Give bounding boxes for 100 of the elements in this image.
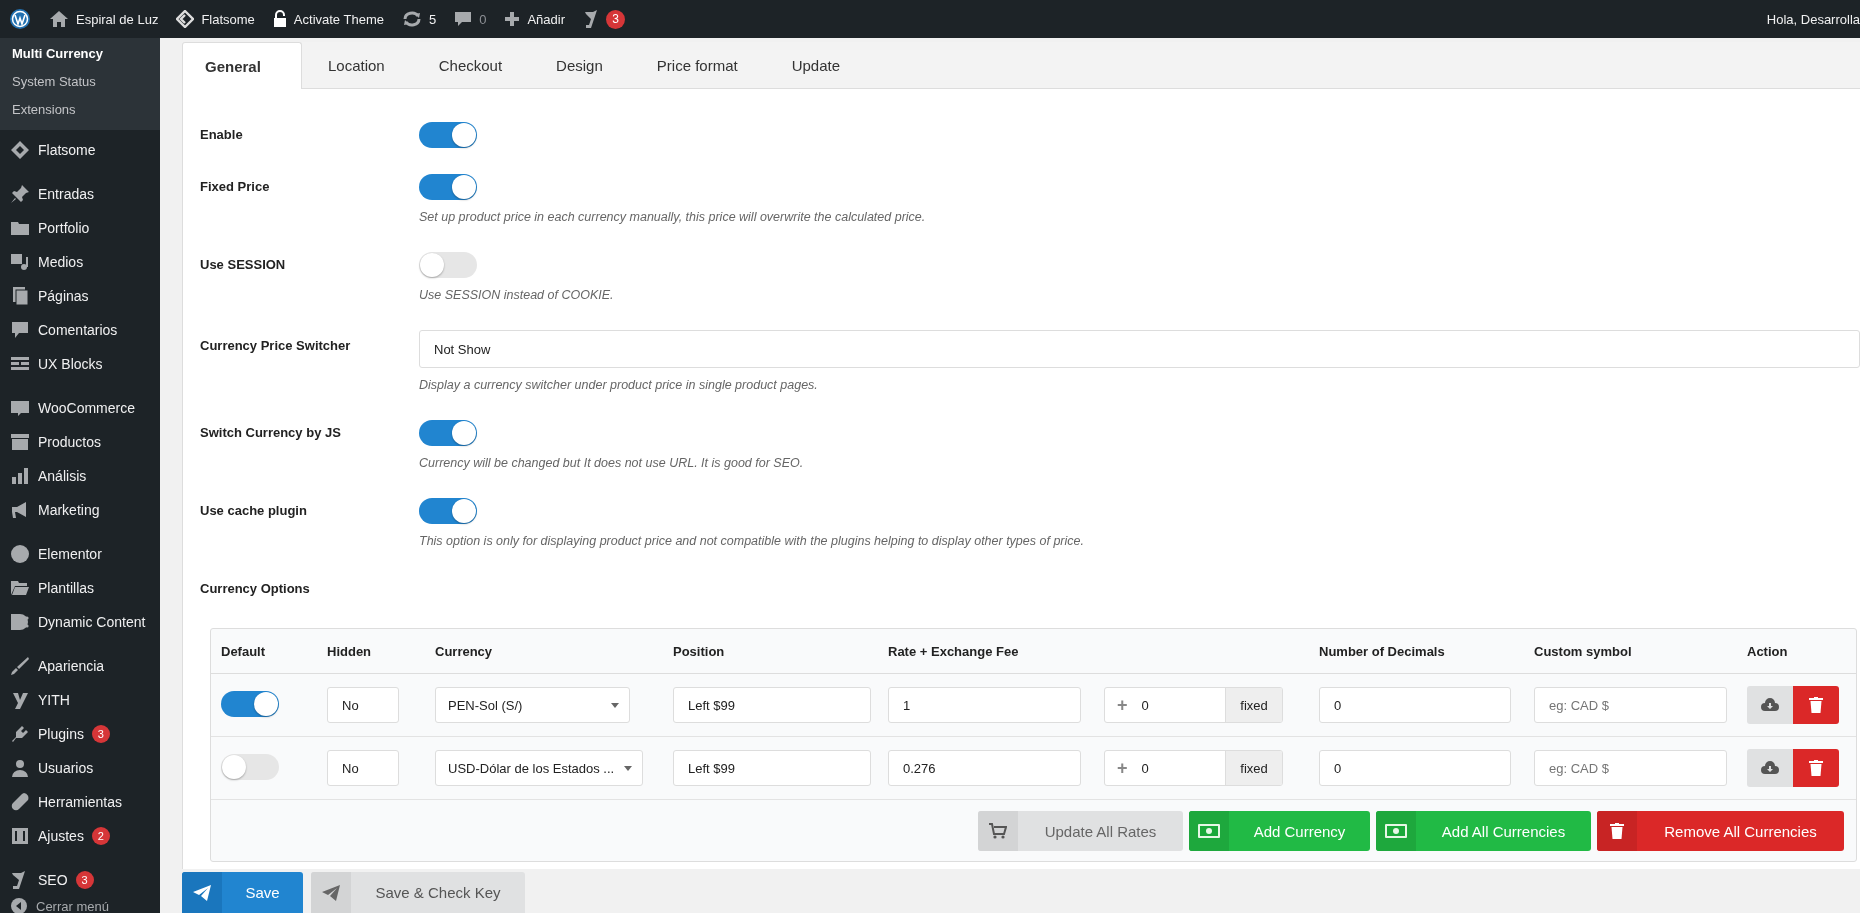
collapse-menu-link[interactable]: Cerrar menú	[36, 898, 109, 913]
yith-logo-icon	[10, 690, 30, 710]
pin-icon	[10, 184, 30, 204]
tab[interactable]: Design	[530, 42, 631, 88]
save-button[interactable]: Save & Check Key	[311, 872, 525, 913]
setting-description: Set up product price in each currency manually, this price will overwrite the calculated price.	[419, 209, 927, 226]
column-header: Custom symbol	[1534, 643, 1633, 659]
menu-item[interactable]: SEO	[38, 872, 68, 888]
hidden-select[interactable]: No	[327, 687, 399, 723]
toolbar-item-label[interactable]: Activate Theme	[293, 11, 384, 27]
setting-label: Use SESSION	[200, 256, 287, 274]
delete-button[interactable]	[1793, 686, 1839, 724]
menu-item[interactable]: Portfolio	[38, 220, 90, 236]
menu-item[interactable]: Páginas	[38, 288, 89, 304]
position-select[interactable]: Left $99	[673, 687, 871, 723]
toolbar-item-label[interactable]: Flatsome	[201, 11, 255, 27]
rate-field[interactable]: 0.276	[888, 750, 1081, 786]
column-header: Action	[1747, 643, 1789, 659]
menu-item[interactable]: WooCommerce	[38, 400, 135, 416]
menu-item[interactable]: Plantillas	[38, 580, 95, 596]
menu-item[interactable]: Medios	[38, 254, 84, 270]
padlock-icon	[272, 10, 287, 28]
toolbar-item-label[interactable]: Añadir	[527, 11, 565, 27]
cart-icon	[989, 823, 1007, 839]
menu-item[interactable]: Plugins	[38, 726, 84, 742]
toolbar-item-label[interactable]: Espiral de Luz	[76, 11, 159, 27]
setting-description: Currency will be changed but It does not use URL. It is good for SEO.	[419, 455, 805, 472]
custom-symbol-field[interactable]: eg: CAD $	[1534, 750, 1727, 786]
exchange-fee-field[interactable]: + 0 fixed	[1104, 750, 1283, 786]
home-icon	[49, 10, 69, 28]
trash-icon	[1610, 823, 1624, 839]
rate-field[interactable]: 1	[888, 687, 1081, 723]
column-header: Hidden	[327, 643, 373, 659]
wordpress-logo-icon	[9, 8, 31, 30]
tab[interactable]: Price format	[630, 42, 766, 88]
menu-item[interactable]: Usuarios	[38, 760, 94, 776]
banknote-icon	[1385, 824, 1407, 838]
decimals-field[interactable]: 0	[1319, 687, 1511, 723]
diamond-logo-icon	[10, 140, 30, 160]
paper-plane-icon	[322, 884, 340, 901]
menu-item[interactable]: Análisis	[38, 468, 87, 484]
menu-item[interactable]: Ajustes	[38, 828, 84, 844]
column-header: Default	[221, 643, 267, 659]
action-button[interactable]: Remove All Currencies	[1597, 811, 1844, 851]
download-button[interactable]	[1747, 749, 1793, 787]
hidden-select[interactable]: No	[327, 750, 399, 786]
cloud-download-icon	[1761, 698, 1779, 712]
menu-item[interactable]: UX Blocks	[38, 356, 103, 372]
submenu-item[interactable]: System Status	[0, 68, 160, 96]
tab[interactable]: Update	[765, 42, 869, 88]
tab[interactable]: General	[182, 42, 302, 89]
menu-item[interactable]: YITH	[38, 692, 70, 708]
paintbrush-icon	[10, 656, 30, 676]
toggle-switch[interactable]	[419, 252, 477, 278]
sliders-icon	[10, 826, 30, 846]
toggle-switch[interactable]	[419, 420, 477, 446]
toggle-switch[interactable]	[221, 690, 279, 717]
position-select[interactable]: Left $99	[673, 750, 871, 786]
menu-item[interactable]: Entradas	[38, 186, 95, 202]
menu-item[interactable]: Apariencia	[38, 658, 105, 674]
notification-badge: 3	[606, 9, 625, 29]
setting-description: Use SESSION instead of COOKIE.	[419, 287, 615, 304]
toggle-switch[interactable]	[221, 753, 279, 780]
menu-item[interactable]: Herramientas	[38, 794, 123, 810]
submenu-item[interactable]: Multi Currency	[0, 40, 160, 68]
decimals-field[interactable]: 0	[1319, 750, 1511, 786]
yoast-logo-icon	[583, 9, 599, 29]
user-greeting[interactable]: Hola, Desarrolla	[1757, 0, 1860, 38]
toolbar-item-label[interactable]: 0	[479, 11, 487, 27]
setting-description: This option is only for displaying product price and not compatible with the plugins helping to display other types of price.	[419, 533, 1085, 550]
menu-item[interactable]: Comentarios	[38, 322, 118, 338]
woo-bubble-icon	[10, 398, 30, 418]
toolbar-item-label[interactable]: 5	[428, 11, 437, 27]
toggle-switch[interactable]	[419, 122, 477, 148]
custom-symbol-field[interactable]: eg: CAD $	[1534, 687, 1727, 723]
save-button[interactable]: Save	[182, 872, 303, 913]
count-badge: 3	[75, 871, 94, 889]
tab[interactable]: Checkout	[412, 42, 531, 88]
select-field[interactable]: Not Show	[419, 330, 1860, 368]
media-icon	[10, 252, 30, 272]
menu-item[interactable]: Elementor	[38, 546, 102, 562]
menu-item[interactable]: Productos	[38, 434, 102, 450]
archive-box-icon	[10, 432, 30, 452]
column-header: Position	[673, 643, 726, 659]
exchange-fee-field[interactable]: + 0 fixed	[1104, 687, 1283, 723]
submenu-item[interactable]: Extensions	[0, 96, 160, 124]
tab[interactable]: Location	[302, 42, 413, 88]
comment-icon	[454, 10, 473, 28]
toggle-switch[interactable]	[419, 174, 477, 200]
open-folder-icon	[10, 578, 30, 598]
currency-select[interactable]: USD-Dólar de los Estados ...	[435, 750, 644, 786]
menu-item[interactable]: Dynamic Content	[38, 614, 146, 630]
currency-select[interactable]: PEN-Sol (S/)	[435, 687, 630, 723]
action-button[interactable]: Update All Rates	[978, 811, 1183, 851]
menu-item[interactable]: Marketing	[38, 502, 100, 518]
menu-item[interactable]: Flatsome	[38, 142, 96, 158]
delete-button[interactable]	[1793, 749, 1839, 787]
toggle-switch[interactable]	[419, 498, 477, 524]
download-button[interactable]	[1747, 686, 1793, 724]
column-header: Rate + Exchange Fee	[888, 643, 1020, 659]
